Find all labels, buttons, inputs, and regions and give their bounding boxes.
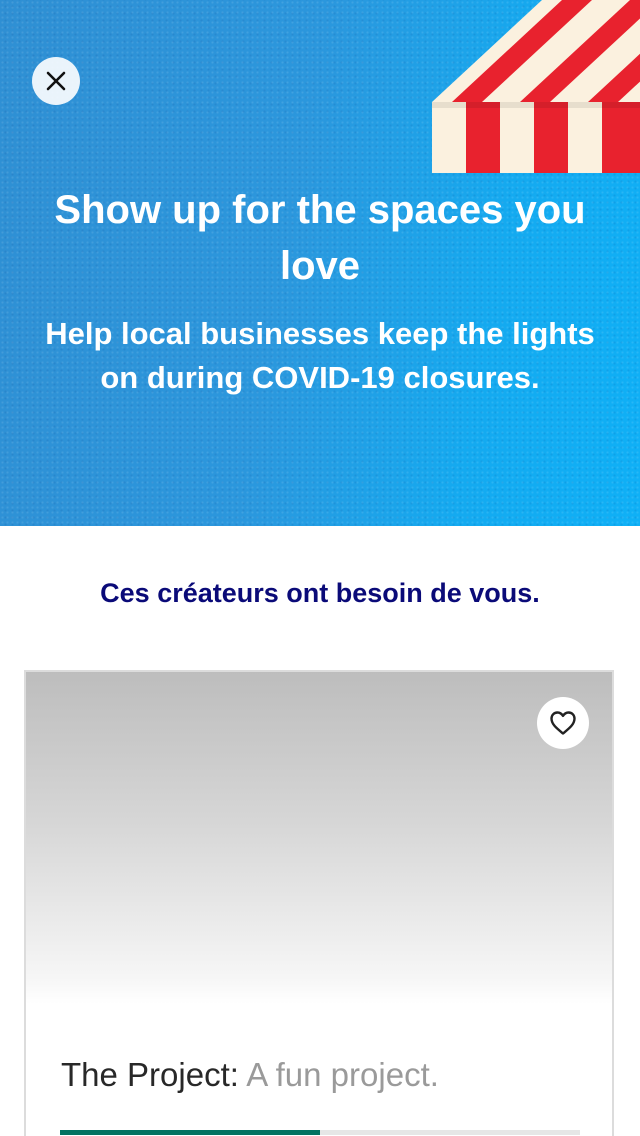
project-name: The Project: — [61, 1056, 239, 1093]
hero-title: Show up for the spaces you love — [54, 188, 586, 288]
project-blurb: A fun project. — [246, 1056, 439, 1093]
awning-illustration — [432, 0, 640, 173]
project-title[interactable]: The Project: A fun project. — [61, 1054, 591, 1096]
favorite-button[interactable] — [537, 697, 589, 749]
page: Show up for the spaces you love Help loc… — [0, 0, 640, 1136]
heart-outline-icon — [550, 711, 576, 735]
funding-progress-bar — [60, 1130, 580, 1135]
project-card[interactable]: The Project: A fun project. — [24, 670, 614, 1136]
section-heading: Ces créateurs ont besoin de vous. — [100, 578, 540, 608]
hero-subtitle: Help local businesses keep the lights on… — [45, 316, 595, 395]
close-icon — [46, 71, 66, 91]
hero-banner: Show up for the spaces you love Help loc… — [0, 0, 640, 526]
close-button[interactable] — [32, 57, 80, 105]
project-image[interactable] — [26, 672, 612, 1004]
funding-progress-fill — [60, 1130, 320, 1135]
